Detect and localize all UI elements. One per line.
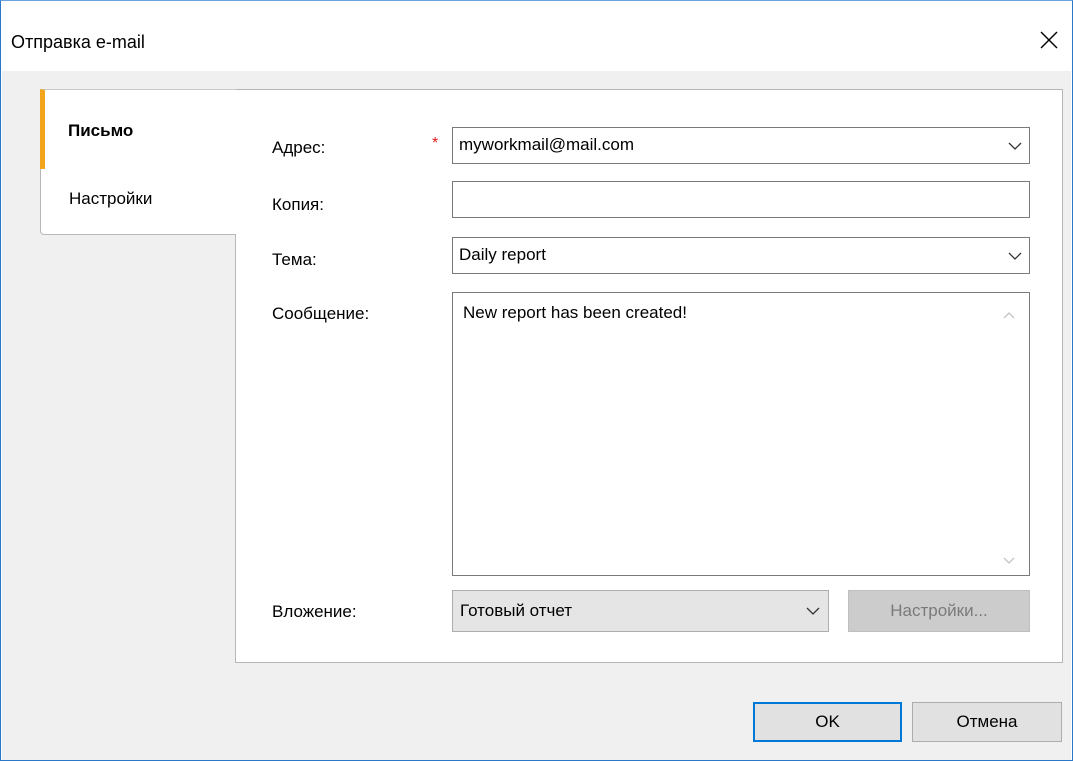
- tab-settings[interactable]: Настройки: [40, 169, 236, 235]
- message-label: Сообщение:: [272, 304, 370, 323]
- subject-value: Daily report: [459, 245, 546, 264]
- tab-letter[interactable]: Письмо: [40, 89, 236, 169]
- close-button[interactable]: [1026, 17, 1072, 63]
- window-title: Отправка e-mail: [11, 32, 145, 52]
- attachment-value: Готовый отчет: [460, 601, 573, 620]
- tab-settings-label: Настройки: [69, 189, 153, 208]
- address-value: myworkmail@mail.com: [459, 135, 634, 154]
- chevron-down-icon[interactable]: [805, 603, 821, 619]
- cancel-button[interactable]: Отмена: [912, 702, 1062, 742]
- message-textarea[interactable]: New report has been created!: [452, 292, 1030, 576]
- email-dialog: Отправка e-mail Письмо Настройки Адрес: …: [0, 0, 1073, 761]
- copy-label: Копия:: [272, 195, 324, 214]
- tab-letter-label: Письмо: [68, 121, 134, 140]
- ok-button[interactable]: OK: [753, 702, 902, 742]
- chevron-down-icon[interactable]: [1007, 248, 1023, 264]
- scroll-down-icon[interactable]: [1001, 555, 1017, 567]
- message-value: New report has been created!: [463, 303, 687, 322]
- title-bar: Отправка e-mail: [1, 1, 1072, 71]
- attachment-label: Вложение:: [272, 602, 357, 621]
- close-icon: [1040, 31, 1058, 49]
- attachment-settings-button[interactable]: Настройки...: [848, 590, 1030, 632]
- address-label: Адрес:: [272, 138, 326, 157]
- address-combobox[interactable]: myworkmail@mail.com: [452, 127, 1030, 164]
- subject-label: Тема:: [272, 250, 317, 269]
- copy-input[interactable]: [452, 181, 1030, 218]
- scroll-up-icon[interactable]: [1001, 309, 1017, 321]
- chevron-down-icon[interactable]: [1007, 138, 1023, 154]
- required-mark: *: [432, 135, 439, 152]
- attachment-select[interactable]: Готовый отчет: [452, 590, 829, 632]
- subject-combobox[interactable]: Daily report: [452, 237, 1030, 274]
